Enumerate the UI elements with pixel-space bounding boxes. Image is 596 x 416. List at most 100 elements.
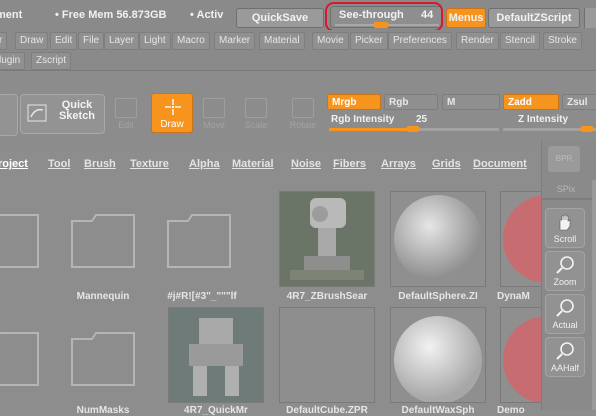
edit-icon xyxy=(115,98,137,118)
menu-item-movie[interactable]: Movie xyxy=(312,32,349,50)
wax-sphere-thumbnail xyxy=(394,316,482,404)
move-icon xyxy=(203,98,225,118)
quick-sketch-button[interactable]: Quick Sketch xyxy=(20,94,105,134)
folder-icon xyxy=(71,214,135,268)
menu-item-marker[interactable]: Marker xyxy=(214,32,256,50)
actual-button[interactable]: Actual xyxy=(545,294,585,334)
item-label: NumMasks xyxy=(76,405,130,416)
magnifier-aahalf-icon xyxy=(556,342,574,360)
aahalf-label: AAHalf xyxy=(550,363,579,373)
quick-mech-thumbnail[interactable] xyxy=(168,307,264,403)
edit-button[interactable]: Edit xyxy=(108,94,144,134)
tab-alpha[interactable]: Alpha xyxy=(189,158,220,170)
lightbox-grid: Mannequin #j#R![#3"_"""lf 4R7_ZBrushSear… xyxy=(0,183,591,416)
menu-item-draw[interactable]: Draw xyxy=(15,32,49,50)
edit-label: Edit xyxy=(118,120,134,130)
tab-texture[interactable]: Texture xyxy=(130,158,169,170)
folder-item[interactable] xyxy=(152,191,248,287)
tab-tool[interactable]: Tool xyxy=(48,158,70,170)
menu-item-render[interactable]: Render xyxy=(456,32,499,50)
folder-icon xyxy=(167,214,231,268)
z-intensity-thumb[interactable] xyxy=(580,126,594,132)
menu-item-layer[interactable]: Layer xyxy=(104,32,140,50)
aahalf-button[interactable]: AAHalf xyxy=(545,337,585,377)
default-sphere-thumbnail[interactable] xyxy=(390,191,486,287)
rotate-icon xyxy=(292,98,314,118)
menu-item-macro[interactable]: Macro xyxy=(172,32,210,50)
default-wax-sphere-thumbnail[interactable] xyxy=(390,307,486,404)
annotation-highlight-ring xyxy=(325,2,443,32)
menu-item-edit[interactable]: Edit xyxy=(50,32,78,50)
item-label: Demo xyxy=(497,405,525,416)
m-toggle[interactable]: M xyxy=(442,94,500,110)
z-intensity-label: Z Intensity xyxy=(518,114,569,125)
menu-item-stencil[interactable]: Stencil xyxy=(500,32,541,50)
zadd-toggle[interactable]: Zadd xyxy=(503,94,559,110)
tab-fibers[interactable]: Fibers xyxy=(333,158,366,170)
folder-item[interactable] xyxy=(0,191,56,287)
app-title: ment xyxy=(0,9,23,21)
tab-noise[interactable]: Noise xyxy=(291,158,321,170)
menu-item-zplugin[interactable]: lugin xyxy=(0,52,26,70)
menu-item-zscript[interactable]: Zscript xyxy=(31,52,71,70)
tab-document[interactable]: Document xyxy=(473,158,527,170)
menu-item-file[interactable]: File xyxy=(78,32,105,50)
menu-item-preferences[interactable]: Preferences xyxy=(388,32,452,50)
item-label: DefaultWaxSph xyxy=(401,405,475,416)
scroll-button[interactable]: Scroll xyxy=(545,208,585,248)
zoom-button[interactable]: Zoom xyxy=(545,251,585,291)
folder-item[interactable] xyxy=(0,309,56,405)
actual-label: Actual xyxy=(552,320,578,330)
menu-item-stroke[interactable]: Stroke xyxy=(543,32,582,50)
right-shelf: BPR SPix Scroll Zoom Actual AAHalf xyxy=(541,140,596,410)
draw-button[interactable]: Draw xyxy=(151,93,193,133)
sphere-thumbnail xyxy=(394,195,482,283)
scale-button[interactable]: Scale xyxy=(238,94,274,134)
project-thumbnail[interactable] xyxy=(279,191,375,287)
demo-thumbnail[interactable] xyxy=(500,307,591,404)
draw-label: Draw xyxy=(160,119,184,130)
menu-item-picker[interactable]: Picker xyxy=(350,32,388,50)
rgb-intensity-thumb[interactable] xyxy=(406,126,420,132)
window-control-handle[interactable] xyxy=(584,8,596,28)
partial-shelf-button[interactable] xyxy=(0,94,18,136)
magnifier-actual-icon xyxy=(556,299,574,317)
rotate-button[interactable]: Rotate xyxy=(285,94,321,134)
rgb-toggle[interactable]: Rgb xyxy=(384,94,438,110)
default-cube-thumbnail[interactable] xyxy=(279,307,375,403)
dynamesh-thumbnail[interactable] xyxy=(500,191,591,287)
tab-material[interactable]: Material xyxy=(232,158,274,170)
mrgb-toggle[interactable]: Mrgb xyxy=(327,94,381,110)
menu-item-render-partial[interactable]: r xyxy=(0,32,8,50)
bpr-render-button[interactable]: BPR xyxy=(548,146,580,172)
item-label: 4R7_QuickMr xyxy=(184,405,248,416)
right-scrollbar[interactable] xyxy=(592,180,596,410)
move-button[interactable]: Move xyxy=(196,94,232,134)
menu-bar: r Draw Edit File Layer Light Macro Marke… xyxy=(0,30,596,71)
tab-grids[interactable]: Grids xyxy=(432,158,461,170)
tab-brush[interactable]: Brush xyxy=(84,158,116,170)
top-shelf: Quick Sketch Edit Draw Move Scale Rotate xyxy=(0,72,596,150)
scale-label: Scale xyxy=(244,120,268,130)
folder-item[interactable] xyxy=(56,309,152,405)
hand-icon xyxy=(559,214,571,231)
item-label: DefaultSphere.ZI xyxy=(398,291,478,302)
default-zscript-button[interactable]: DefaultZScript xyxy=(488,8,580,28)
menus-button[interactable]: Menus xyxy=(446,8,486,28)
robot-render-thumbnail xyxy=(280,192,374,286)
tab-project[interactable]: roject xyxy=(0,158,28,170)
rgb-intensity-fill xyxy=(329,128,415,131)
zsub-toggle[interactable]: Zsul xyxy=(562,94,596,110)
menu-item-light[interactable]: Light xyxy=(139,32,171,50)
quicksave-button[interactable]: QuickSave xyxy=(236,8,324,28)
menu-item-material[interactable]: Material xyxy=(259,32,305,50)
zoom-label: Zoom xyxy=(553,277,577,287)
folder-item[interactable] xyxy=(56,191,152,287)
dock-divider xyxy=(542,198,596,200)
active-points-readout: • Activ xyxy=(190,9,224,21)
move-label: Move xyxy=(202,120,225,130)
scroll-label: Scroll xyxy=(553,234,577,244)
tab-arrays[interactable]: Arrays xyxy=(381,158,416,170)
quick-sketch-icon xyxy=(27,104,47,122)
lightbox-tabs: roject Tool Brush Texture Alpha Material… xyxy=(0,158,545,178)
